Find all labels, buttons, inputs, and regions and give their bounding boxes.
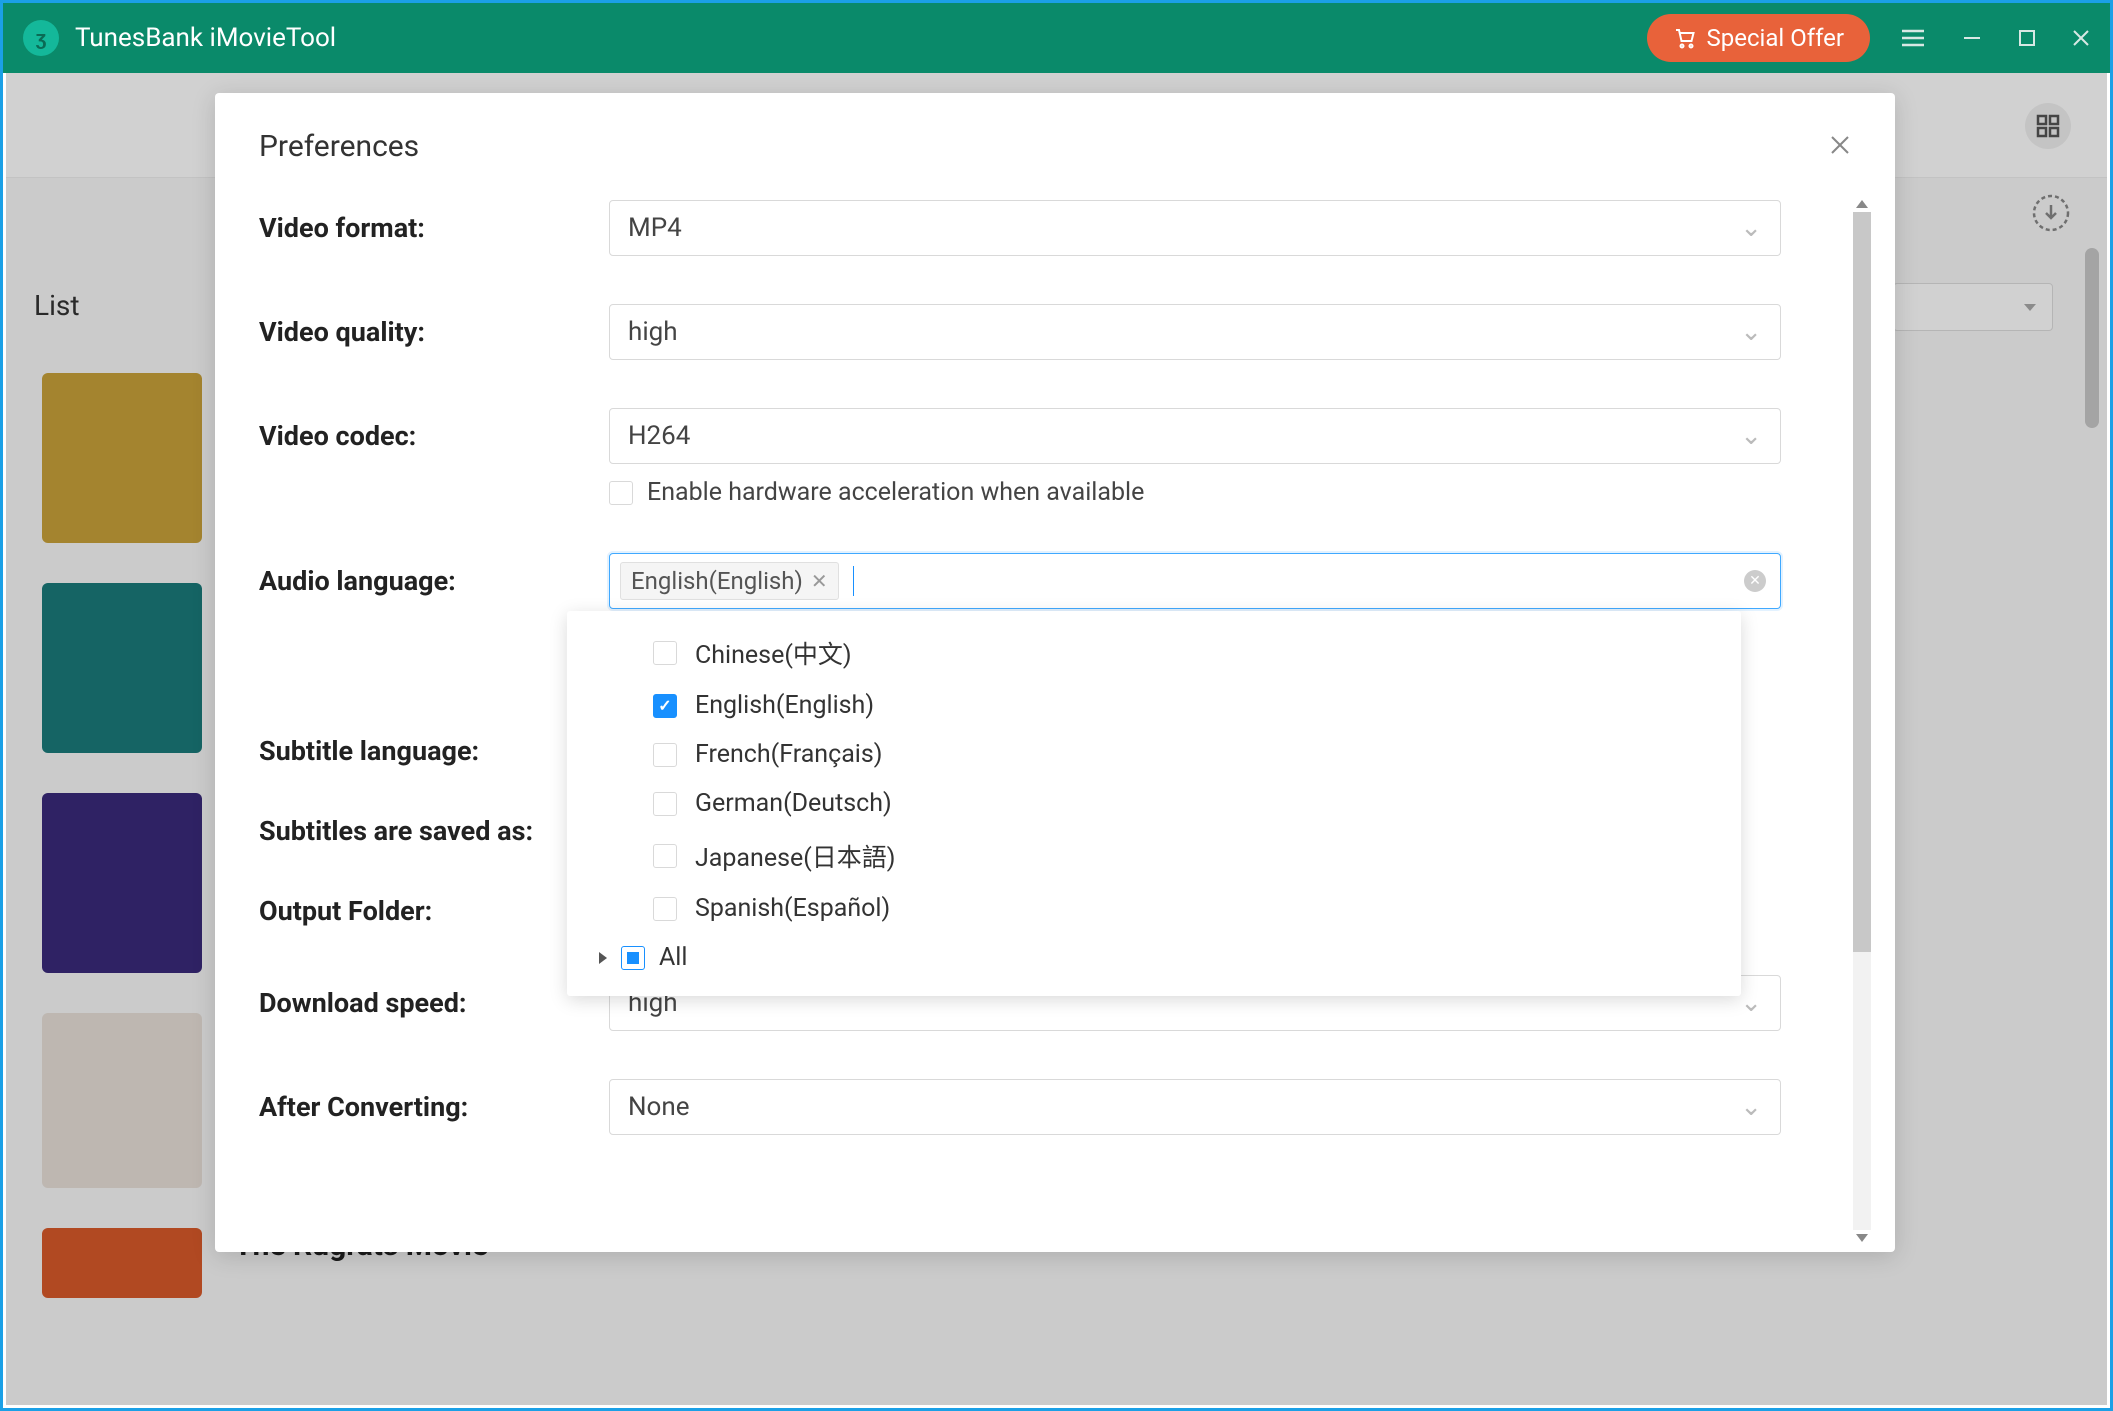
video-format-value: MP4 — [628, 213, 682, 243]
minimize-button[interactable] — [1962, 28, 1982, 48]
modal-scrollbar[interactable] — [1853, 200, 1871, 1242]
remove-tag-icon[interactable]: ✕ — [811, 569, 828, 593]
dropdown-checkbox[interactable] — [653, 641, 677, 665]
video-quality-label: Video quality: — [259, 316, 609, 348]
dropdown-option-japanese[interactable]: Japanese(日本語) — [567, 828, 1741, 884]
video-codec-label: Video codec: — [259, 420, 609, 452]
video-format-select[interactable]: MP4 ⌄ — [609, 200, 1781, 256]
chevron-down-icon: ⌄ — [1740, 988, 1762, 1018]
maximize-button[interactable] — [2018, 29, 2036, 47]
titlebar: ʒ TunesBank iMovieTool Special Offer — [3, 3, 2110, 73]
dropdown-checkbox[interactable] — [653, 743, 677, 767]
dropdown-option-english[interactable]: English(English) — [567, 681, 1741, 730]
chevron-down-icon: ⌄ — [1740, 421, 1762, 451]
app-title: TunesBank iMovieTool — [75, 23, 1647, 53]
dropdown-checkbox-partial[interactable] — [621, 946, 645, 970]
app-icon: ʒ — [23, 20, 59, 56]
dropdown-option-spanish[interactable]: Spanish(Español) — [567, 884, 1741, 933]
video-format-label: Video format: — [259, 212, 609, 244]
modal-header: Preferences — [215, 93, 1895, 190]
dropdown-option-label: Japanese(日本語) — [695, 838, 896, 874]
video-quality-value: high — [628, 317, 678, 347]
hamburger-menu-icon[interactable] — [1900, 28, 1926, 48]
dropdown-option-french[interactable]: French(Français) — [567, 730, 1741, 779]
after-converting-select[interactable]: None ⌄ — [609, 1079, 1781, 1135]
video-quality-row: Video quality: high ⌄ — [259, 304, 1851, 360]
chevron-down-icon: ⌄ — [1740, 317, 1762, 347]
video-codec-select[interactable]: H264 ⌄ — [609, 408, 1781, 464]
selected-tag: English(English) ✕ — [620, 562, 839, 600]
chevron-down-icon: ⌄ — [1740, 213, 1762, 243]
dropdown-checkbox[interactable] — [653, 844, 677, 868]
scroll-thumb[interactable] — [1853, 212, 1871, 952]
subtitle-language-label: Subtitle language: — [259, 735, 609, 767]
modal-title: Preferences — [259, 129, 419, 164]
preferences-modal: Preferences Video format: MP4 ⌄ Video qu… — [215, 93, 1895, 1252]
caret-right-icon — [599, 952, 607, 964]
video-format-row: Video format: MP4 ⌄ — [259, 200, 1851, 256]
tag-label: English(English) — [631, 567, 803, 595]
hw-accel-row: Enable hardware acceleration when availa… — [609, 478, 1851, 507]
video-quality-select[interactable]: high ⌄ — [609, 304, 1781, 360]
audio-language-multiselect[interactable]: English(English) ✕ ✕ — [609, 553, 1781, 609]
audio-language-row: Audio language: English(English) ✕ ✕ — [259, 553, 1851, 609]
dropdown-option-label: Spanish(Español) — [695, 894, 890, 923]
audio-language-dropdown: Chinese(中文) English(English) French(Fran… — [567, 611, 1741, 996]
scroll-down-arrow[interactable] — [1856, 1234, 1868, 1242]
dropdown-checkbox[interactable] — [653, 694, 677, 718]
dropdown-option-label: Chinese(中文) — [695, 635, 852, 671]
scroll-up-arrow[interactable] — [1856, 200, 1868, 208]
special-offer-button[interactable]: Special Offer — [1647, 14, 1870, 62]
video-codec-row: Video codec: H264 ⌄ — [259, 408, 1851, 464]
after-converting-value: None — [628, 1092, 690, 1122]
subtitles-saved-label: Subtitles are saved as: — [259, 815, 609, 847]
hw-accel-label: Enable hardware acceleration when availa… — [647, 478, 1144, 507]
close-window-button[interactable] — [2072, 29, 2090, 47]
dropdown-option-label: German(Deutsch) — [695, 789, 892, 818]
dropdown-checkbox[interactable] — [653, 792, 677, 816]
after-converting-label: After Converting: — [259, 1091, 609, 1123]
audio-language-label: Audio language: — [259, 565, 609, 597]
scroll-track[interactable] — [1853, 212, 1871, 1230]
video-codec-value: H264 — [628, 421, 690, 451]
text-cursor — [853, 566, 855, 596]
window-controls — [1900, 28, 2090, 48]
dropdown-option-all[interactable]: All — [567, 933, 1741, 982]
modal-close-button[interactable] — [1829, 134, 1851, 160]
after-converting-row: After Converting: None ⌄ — [259, 1079, 1851, 1135]
output-folder-label: Output Folder: — [259, 895, 609, 927]
cart-icon — [1673, 26, 1697, 50]
dropdown-checkbox[interactable] — [653, 897, 677, 921]
chevron-down-icon: ⌄ — [1740, 1092, 1762, 1122]
special-offer-label: Special Offer — [1707, 24, 1844, 52]
download-speed-label: Download speed: — [259, 987, 609, 1019]
dropdown-option-label: French(Français) — [695, 740, 882, 769]
hw-accel-checkbox[interactable] — [609, 481, 633, 505]
clear-selection-button[interactable]: ✕ — [1744, 570, 1766, 592]
dropdown-all-label: All — [659, 943, 687, 972]
dropdown-option-chinese[interactable]: Chinese(中文) — [567, 625, 1741, 681]
modal-body: Video format: MP4 ⌄ Video quality: high … — [215, 190, 1895, 1252]
dropdown-option-german[interactable]: German(Deutsch) — [567, 779, 1741, 828]
dropdown-option-label: English(English) — [695, 691, 874, 720]
